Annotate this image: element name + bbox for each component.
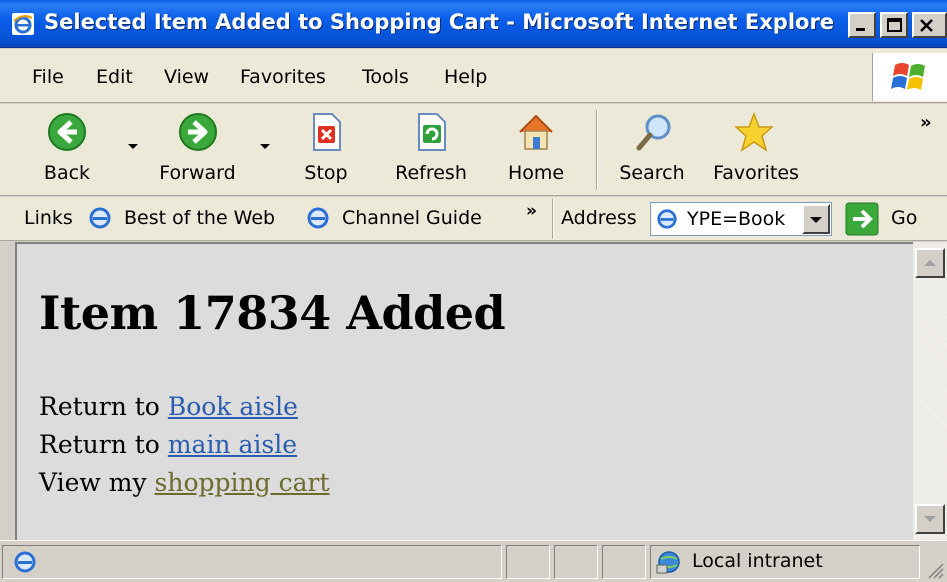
forward-arrow-icon — [179, 113, 217, 151]
links-overflow-chevron-icon[interactable]: » — [526, 201, 537, 221]
link-best-of-the-web[interactable]: Best of the Web — [124, 207, 275, 229]
status-text-panel — [2, 545, 502, 579]
menu-tools[interactable]: Tools — [362, 66, 409, 88]
shopping-cart-link[interactable]: shopping cart — [155, 468, 330, 497]
security-zone-label: Local intranet — [692, 550, 823, 572]
address-input[interactable]: YPE=Book — [650, 202, 832, 236]
menu-bar: File Edit View Favorites Tools Help — [0, 49, 947, 103]
standard-toolbar: Back Forward Stop Refresh Home Search Fa… — [0, 104, 947, 196]
ie-page-icon — [14, 551, 36, 573]
status-bar: Local intranet — [0, 540, 947, 582]
view-shopping-cart-line: View my shopping cart — [39, 468, 330, 497]
home-icon — [519, 114, 553, 150]
ie-page-icon — [657, 209, 677, 229]
status-panel — [506, 545, 550, 579]
maximize-icon — [887, 18, 902, 32]
close-button[interactable] — [912, 12, 947, 38]
back-arrow-icon — [48, 113, 86, 151]
search-button[interactable]: Search — [612, 104, 692, 196]
windows-logo — [872, 53, 947, 101]
back-label: Back — [43, 162, 91, 184]
line-prefix: Return to — [39, 430, 160, 459]
toolbar-separator — [596, 110, 598, 190]
ie-page-icon — [89, 207, 111, 229]
ie-page-icon — [307, 207, 329, 229]
back-button[interactable]: Back — [30, 104, 104, 196]
vertical-scrollbar[interactable] — [913, 242, 947, 540]
home-button[interactable]: Home — [500, 104, 572, 196]
menu-file[interactable]: File — [32, 66, 64, 88]
search-label: Search — [619, 162, 685, 184]
minimize-icon — [856, 28, 865, 31]
toolbar-overflow-chevron-icon[interactable]: » — [920, 112, 932, 133]
home-label: Home — [507, 162, 565, 184]
stop-button[interactable]: Stop — [296, 104, 356, 196]
stop-icon — [313, 113, 341, 151]
line-prefix: Return to — [39, 392, 160, 421]
links-address-bar: Links Best of the Web Channel Guide » Ad… — [0, 197, 947, 241]
forward-dropdown-icon[interactable] — [260, 144, 270, 149]
status-panel — [554, 545, 598, 579]
menu-view[interactable]: View — [164, 66, 209, 88]
chevron-down-icon — [924, 516, 936, 522]
main-aisle-link[interactable]: main aisle — [168, 430, 297, 459]
scroll-down-button[interactable] — [915, 504, 945, 534]
status-panel — [602, 545, 646, 579]
address-dropdown-button[interactable] — [802, 204, 830, 234]
forward-button[interactable]: Forward — [150, 104, 245, 196]
window-title: Selected Item Added to Shopping Cart - M… — [44, 10, 834, 34]
scroll-up-button[interactable] — [915, 248, 945, 278]
ie-icon — [12, 13, 34, 35]
stop-label: Stop — [304, 162, 348, 184]
maximize-button[interactable] — [880, 12, 908, 38]
go-button[interactable]: Go — [845, 202, 945, 236]
book-aisle-link[interactable]: Book aisle — [168, 392, 298, 421]
back-dropdown-icon[interactable] — [128, 144, 138, 149]
favorites-button[interactable]: Favorites — [706, 104, 806, 196]
line-prefix: View my — [39, 468, 147, 497]
resize-grip-icon[interactable] — [923, 558, 945, 580]
search-icon — [636, 114, 671, 151]
link-channel-guide[interactable]: Channel Guide — [342, 207, 482, 229]
local-intranet-icon — [656, 551, 680, 574]
address-value: YPE=Book — [687, 208, 786, 230]
return-book-aisle-line: Return to Book aisle — [39, 392, 298, 421]
refresh-label: Refresh — [395, 162, 467, 184]
links-label: Links — [24, 207, 73, 229]
star-icon — [734, 112, 774, 152]
forward-label: Forward — [159, 162, 236, 184]
chevron-down-icon — [810, 217, 822, 223]
go-arrow-icon — [845, 202, 879, 236]
address-separator — [552, 199, 554, 239]
menu-favorites[interactable]: Favorites — [240, 66, 326, 88]
minimize-button[interactable] — [848, 12, 876, 38]
chevron-up-icon — [924, 260, 936, 266]
address-label: Address — [561, 207, 637, 229]
go-label: Go — [891, 207, 918, 229]
return-main-aisle-line: Return to main aisle — [39, 430, 297, 459]
refresh-button[interactable]: Refresh — [388, 104, 474, 196]
favorites-label: Favorites — [713, 162, 799, 184]
page-heading: Item 17834 Added — [39, 286, 506, 340]
close-icon — [920, 19, 933, 32]
page-content: Item 17834 Added Return to Book aisle Re… — [15, 242, 913, 540]
menu-edit[interactable]: Edit — [96, 66, 133, 88]
title-bar[interactable]: Selected Item Added to Shopping Cart - M… — [0, 0, 947, 48]
refresh-icon — [418, 113, 446, 151]
menu-help[interactable]: Help — [444, 66, 487, 88]
